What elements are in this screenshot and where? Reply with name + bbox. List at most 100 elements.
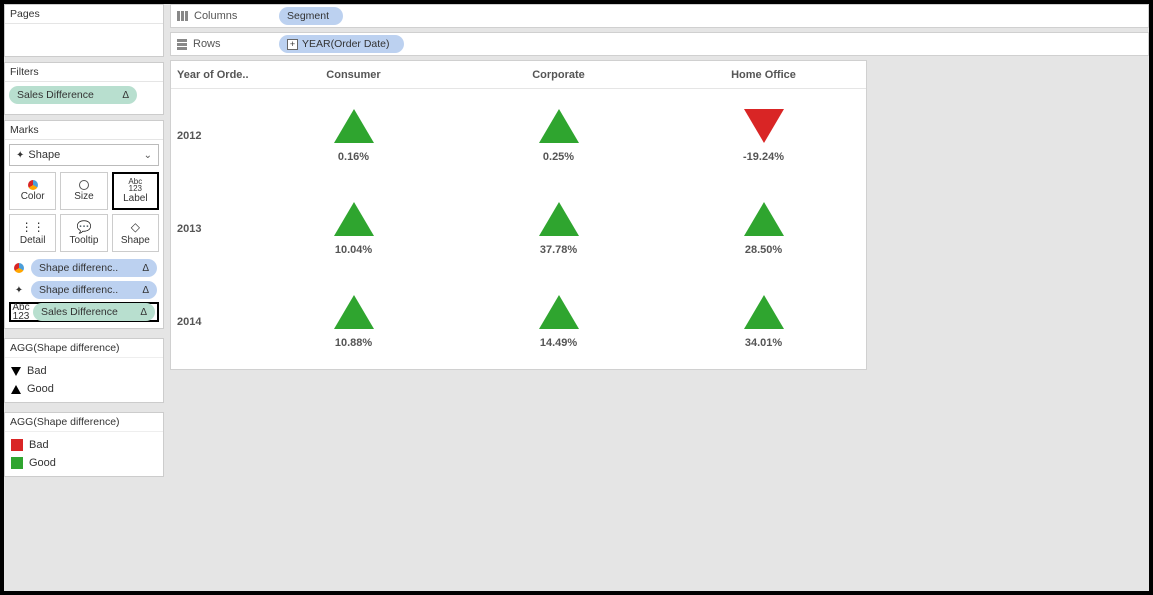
filters-title: Filters — [5, 63, 163, 82]
cell-2013-consumer[interactable]: 10.04% — [251, 202, 456, 256]
shape-legend-bad[interactable]: Bad — [11, 362, 157, 380]
main-area: Columns Segment Rows + YEAR(Order Date) … — [164, 4, 1149, 591]
marks-panel: Marks ✦ Shape ⌄ Color Size — [4, 120, 164, 329]
pages-title: Pages — [5, 5, 163, 24]
delta-icon: Δ — [140, 307, 147, 318]
ma-label: Shape differenc.. — [39, 284, 118, 296]
pages-panel: Pages — [4, 4, 164, 57]
cell-2014-home[interactable]: 34.01% — [661, 295, 866, 349]
value-label: 34.01% — [745, 337, 782, 349]
mark-type-label: Shape — [28, 149, 60, 161]
shape-legend-good[interactable]: Good — [11, 380, 157, 398]
marks-title: Marks — [5, 121, 163, 140]
marks-detail-label: Detail — [20, 235, 46, 246]
legend-bad-label: Bad — [27, 365, 47, 377]
color-icon — [11, 263, 27, 273]
delta-icon: Δ — [142, 263, 149, 274]
viz-body: 2012 0.16% 0.25% -19.24% 2013 — [171, 89, 866, 369]
marks-detail-button[interactable]: ⋮⋮ Detail — [9, 214, 56, 252]
value-label: 28.50% — [745, 244, 782, 256]
value-label: 14.49% — [540, 337, 577, 349]
green-swatch-icon — [11, 457, 23, 469]
cell-2014-corporate[interactable]: 14.49% — [456, 295, 661, 349]
rows-pill-label: YEAR(Order Date) — [302, 38, 390, 50]
marks-color-button[interactable]: Color — [9, 172, 56, 210]
triangle-up-icon — [334, 109, 374, 143]
col-header-corporate: Corporate — [456, 69, 661, 81]
filter-pill-sales-difference[interactable]: Sales Difference Δ — [9, 86, 137, 104]
columns-pill-label: Segment — [287, 10, 329, 22]
triangle-up-icon — [539, 202, 579, 236]
filters-dropzone[interactable]: Sales Difference Δ — [5, 82, 163, 114]
viz-row-2014: 2014 10.88% 14.49% 34.01% — [171, 276, 866, 369]
mark-assignments: Shape differenc.. Δ ✦ Shape differenc.. … — [9, 258, 159, 322]
marks-shape-button[interactable]: ◇ Shape — [112, 214, 159, 252]
triangle-down-icon — [11, 367, 21, 376]
marks-size-button[interactable]: Size — [60, 172, 107, 210]
mark-assignment-color[interactable]: Shape differenc.. Δ — [9, 258, 159, 278]
marks-tooltip-button[interactable]: 💬 Tooltip — [60, 214, 107, 252]
marks-tooltip-label: Tooltip — [70, 235, 99, 246]
cell-2014-consumer[interactable]: 10.88% — [251, 295, 456, 349]
legend-bad-label: Bad — [29, 439, 49, 451]
legend-good-label: Good — [27, 383, 54, 395]
shape-small-icon: ◇ — [131, 220, 140, 234]
cell-2012-consumer[interactable]: 0.16% — [251, 109, 456, 163]
triangle-up-icon — [539, 295, 579, 329]
value-label: 10.04% — [335, 244, 372, 256]
mark-assignment-label[interactable]: Abc123 Sales Difference Δ — [9, 302, 159, 322]
viz-row-2012: 2012 0.16% 0.25% -19.24% — [171, 89, 866, 182]
ma-label: Sales Difference — [41, 306, 118, 318]
marks-label-button[interactable]: Abc123 Label — [112, 172, 159, 210]
cell-2012-home[interactable]: -19.24% — [661, 109, 866, 163]
columns-icon — [177, 11, 188, 21]
col-header-home-office: Home Office — [661, 69, 866, 81]
mark-assignment-shape[interactable]: ✦ Shape differenc.. Δ — [9, 280, 159, 300]
ma-label: Shape differenc.. — [39, 262, 118, 274]
shape-icon: ✦ Shape — [16, 149, 60, 161]
shape-legend-title: AGG(Shape difference) — [5, 339, 163, 358]
mark-type-dropdown[interactable]: ✦ Shape ⌄ — [9, 144, 159, 166]
rows-icon — [177, 39, 187, 50]
rows-pill-year[interactable]: + YEAR(Order Date) — [279, 35, 404, 53]
triangle-up-icon — [334, 202, 374, 236]
rows-shelf-label: Rows — [193, 38, 221, 50]
triangle-up-icon — [744, 202, 784, 236]
triangle-up-icon — [539, 109, 579, 143]
viz-row-2013: 2013 10.04% 37.78% 28.50% — [171, 182, 866, 275]
cell-2013-home[interactable]: 28.50% — [661, 202, 866, 256]
delta-icon: Δ — [142, 285, 149, 296]
app-frame: Pages Filters Sales Difference Δ Marks ✦… — [0, 0, 1153, 595]
size-icon — [79, 180, 89, 190]
red-swatch-icon — [11, 439, 23, 451]
value-label: -19.24% — [743, 151, 784, 163]
columns-shelf[interactable]: Columns Segment — [170, 4, 1149, 28]
detail-icon: ⋮⋮ — [21, 220, 45, 234]
color-legend-good[interactable]: Good — [11, 454, 157, 472]
col-header-consumer: Consumer — [251, 69, 456, 81]
marks-grid: Color Size Abc123 Label ⋮⋮ Detail — [9, 172, 159, 252]
viz-header: Year of Orde.. Consumer Corporate Home O… — [171, 61, 866, 89]
triangle-up-icon — [744, 295, 784, 329]
color-legend-title: AGG(Shape difference) — [5, 413, 163, 432]
pages-dropzone[interactable] — [5, 24, 163, 56]
columns-pill-segment[interactable]: Segment — [279, 7, 343, 25]
color-icon — [28, 180, 38, 190]
value-label: 37.78% — [540, 244, 577, 256]
value-label: 0.16% — [338, 151, 369, 163]
filter-pill-label: Sales Difference — [17, 89, 94, 101]
label-icon: Abc123 — [128, 178, 142, 192]
label-icon: Abc123 — [13, 303, 29, 321]
marks-label-label: Label — [123, 193, 147, 204]
chevron-down-icon: ⌄ — [144, 150, 152, 161]
legend-good-label: Good — [29, 457, 56, 469]
cell-2013-corporate[interactable]: 37.78% — [456, 202, 661, 256]
cell-2012-corporate[interactable]: 0.25% — [456, 109, 661, 163]
row-label-2014: 2014 — [171, 316, 251, 328]
row-header-label: Year of Orde.. — [171, 69, 251, 81]
shape-icon: ✦ — [11, 285, 27, 296]
rows-shelf[interactable]: Rows + YEAR(Order Date) — [170, 32, 1149, 56]
expand-icon[interactable]: + — [287, 39, 298, 50]
color-legend-bad[interactable]: Bad — [11, 436, 157, 454]
columns-shelf-label: Columns — [194, 10, 237, 22]
